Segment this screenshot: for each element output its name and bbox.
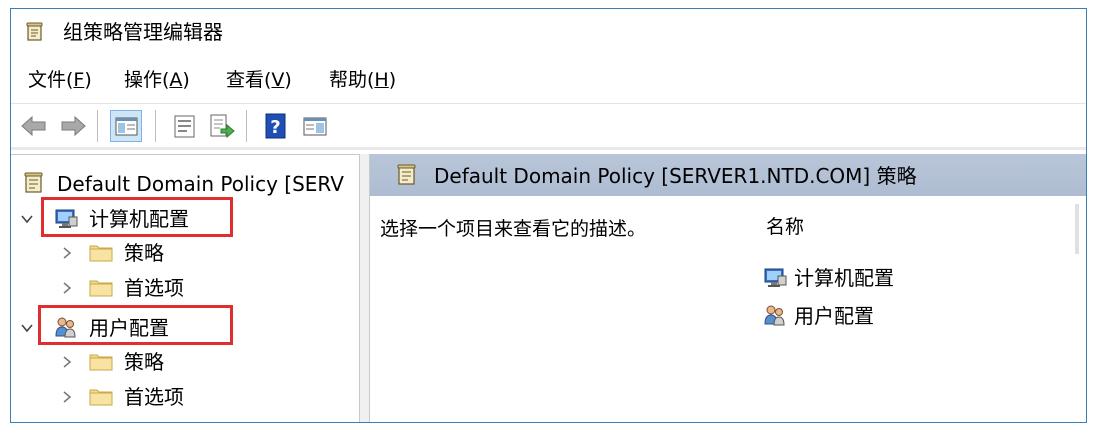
menu-action-close: ) (182, 69, 190, 91)
toolbar-divider (11, 147, 1086, 150)
svg-text:?: ? (270, 117, 280, 138)
toolbar-separator (97, 110, 98, 142)
menu-help-accelerator: H (374, 69, 389, 91)
menu-view[interactable]: 查看(V) (226, 65, 292, 95)
chevron-down-icon[interactable] (20, 212, 34, 226)
toolbar: ? (11, 103, 1086, 148)
menu-action-accelerator: A (169, 69, 183, 91)
gpo-editor-window: 组策略管理编辑器 文件(F) 操作(A) 查看(V) 帮助(H) ? Defau… (10, 8, 1087, 423)
menu-help-label: 帮助( (329, 69, 375, 91)
tree-node-preferences[interactable]: 首选项 (11, 380, 241, 414)
chevron-down-icon[interactable] (20, 321, 34, 335)
column-divider (1075, 204, 1079, 254)
menu-file[interactable]: 文件(F) (28, 65, 92, 95)
properties-icon[interactable] (169, 111, 199, 141)
tree-node-preferences[interactable]: 首选项 (11, 271, 241, 305)
pane-splitter[interactable] (360, 154, 370, 422)
highlight-box-user-config (38, 305, 233, 345)
back-arrow-icon[interactable] (19, 111, 49, 141)
help-icon[interactable]: ? (260, 111, 290, 141)
list-item-label: 计算机配置 (794, 266, 894, 290)
tree-root-label: Default Domain Policy [SERV (57, 172, 344, 196)
tree-node-policies[interactable]: 策略 (11, 236, 241, 270)
menu-file-label: 文件( (28, 69, 74, 91)
tree-root[interactable]: Default Domain Policy [SERV (11, 167, 359, 201)
details-pane: Default Domain Policy [SERVER1.NTD.COM] … (370, 154, 1086, 422)
folder-icon (89, 389, 113, 406)
scroll-policy-icon (397, 164, 416, 185)
folder-icon (89, 245, 113, 262)
toolbar-separator (246, 110, 247, 142)
tree-node-label: 策略 (124, 241, 164, 265)
folder-icon (89, 280, 113, 297)
list-item-user-config[interactable]: 用户配置 (762, 300, 922, 332)
details-description: 选择一个项目来查看它的描述。 (380, 218, 647, 240)
menu-help-close: ) (388, 69, 397, 91)
forward-arrow-icon[interactable] (58, 111, 88, 141)
tree-node-policies[interactable]: 策略 (11, 345, 241, 379)
menu-action[interactable]: 操作(A) (124, 65, 190, 95)
chevron-right-icon[interactable] (60, 246, 74, 260)
toolbar-separator (155, 110, 156, 142)
computer-config-icon (764, 268, 787, 287)
tree-node-label: 策略 (124, 350, 164, 374)
show-action-pane-icon[interactable] (300, 111, 330, 141)
list-item-label: 用户配置 (794, 304, 874, 328)
menu-view-accelerator: V (271, 69, 285, 91)
title-bar: 组策略管理编辑器 (11, 9, 1086, 55)
column-header-name[interactable]: 名称 (766, 213, 804, 241)
details-header: Default Domain Policy [SERVER1.NTD.COM] … (370, 154, 1086, 196)
tree-node-label: 首选项 (124, 385, 184, 409)
window-title: 组策略管理编辑器 (63, 20, 223, 44)
scroll-policy-icon (26, 22, 43, 41)
menu-view-label: 查看( (226, 69, 272, 91)
menu-file-accelerator: F (73, 69, 85, 91)
user-config-icon (764, 305, 785, 326)
list-item-computer-config[interactable]: 计算机配置 (762, 262, 922, 294)
highlight-box-computer-config (41, 197, 233, 237)
export-list-icon[interactable] (206, 111, 236, 141)
scroll-policy-icon (24, 172, 43, 193)
tree-node-label: 首选项 (124, 276, 184, 300)
chevron-right-icon[interactable] (60, 281, 74, 295)
details-header-title: Default Domain Policy [SERVER1.NTD.COM] … (434, 164, 917, 188)
menu-action-label: 操作( (124, 69, 170, 91)
menu-help[interactable]: 帮助(H) (329, 65, 396, 95)
console-tree: Default Domain Policy [SERV 计算机配置 策略 首选项… (11, 154, 360, 422)
menu-view-close: ) (284, 69, 292, 91)
menu-file-close: ) (84, 69, 92, 91)
folder-icon (89, 354, 113, 371)
show-console-tree-icon[interactable] (110, 110, 142, 142)
chevron-right-icon[interactable] (60, 355, 74, 369)
chevron-right-icon[interactable] (60, 390, 74, 404)
